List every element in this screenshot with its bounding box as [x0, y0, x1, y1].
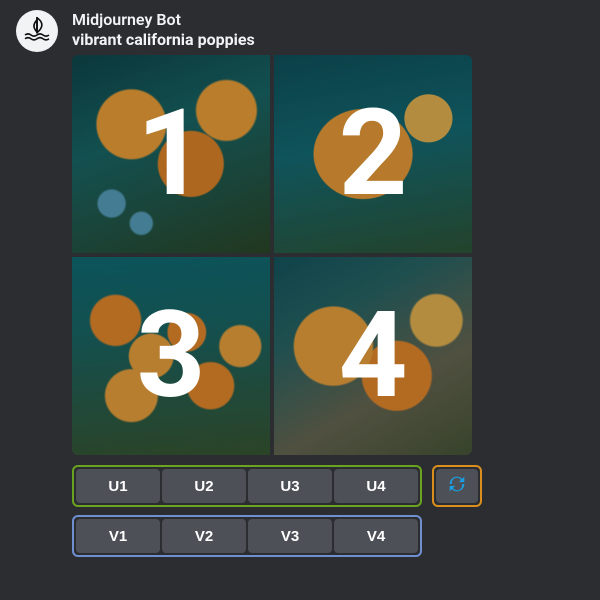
upscale-2-button[interactable]: U2 — [162, 469, 246, 503]
tile-number: 4 — [339, 296, 408, 416]
bot-avatar[interactable] — [16, 10, 58, 52]
variation-4-button[interactable]: V4 — [334, 519, 418, 553]
tile-number: 1 — [137, 94, 206, 214]
upscale-row: U1 U2 U3 U4 — [72, 465, 584, 507]
reroll-button-group — [432, 465, 482, 507]
tile-number: 2 — [339, 94, 408, 214]
upscale-button-group: U1 U2 U3 U4 — [72, 465, 422, 507]
grid-tile-4[interactable]: 4 — [274, 257, 472, 455]
upscale-3-button[interactable]: U3 — [248, 469, 332, 503]
upscale-4-button[interactable]: U4 — [334, 469, 418, 503]
variation-row: V1 V2 V3 V4 — [72, 515, 584, 557]
upscale-1-button[interactable]: U1 — [76, 469, 160, 503]
variation-1-button[interactable]: V1 — [76, 519, 160, 553]
variation-2-button[interactable]: V2 — [162, 519, 246, 553]
variation-3-button[interactable]: V3 — [248, 519, 332, 553]
grid-tile-2[interactable]: 2 — [274, 55, 472, 253]
author-name[interactable]: Midjourney Bot — [72, 10, 584, 29]
message-body: Midjourney Bot vibrant california poppie… — [72, 10, 584, 557]
reroll-button[interactable] — [436, 469, 478, 503]
refresh-icon — [446, 473, 468, 499]
action-rows: U1 U2 U3 U4 — [72, 465, 584, 557]
variation-button-group: V1 V2 V3 V4 — [72, 515, 422, 557]
prompt-text: vibrant california poppies — [72, 30, 584, 49]
image-grid[interactable]: 1 2 3 4 — [72, 55, 472, 455]
grid-tile-3[interactable]: 3 — [72, 257, 270, 455]
grid-tile-1[interactable]: 1 — [72, 55, 270, 253]
tile-number: 3 — [137, 296, 206, 416]
message: Midjourney Bot vibrant california poppie… — [0, 0, 600, 567]
sailboat-icon — [22, 14, 52, 48]
